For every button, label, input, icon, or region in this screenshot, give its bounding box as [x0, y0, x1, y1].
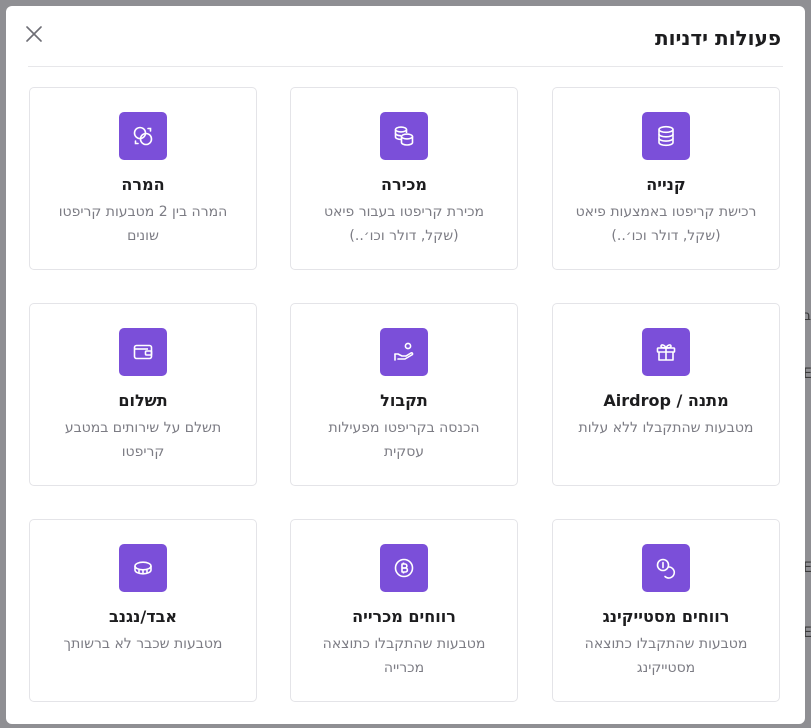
action-title: מתנה / Airdrop — [603, 391, 729, 410]
action-card-lost[interactable]: אבד/נגנב מטבעות שכבר לא ברשותך — [29, 519, 257, 702]
close-icon[interactable] — [25, 25, 43, 43]
action-card-mining[interactable]: רווחים מכרייה מטבעות שהתקבלו כתוצאה מכרי… — [290, 519, 518, 702]
divider — [28, 66, 783, 67]
action-card-gift[interactable]: מתנה / Airdrop מטבעות שהתקבלו ללא עלות — [552, 303, 780, 486]
wallet-icon — [119, 328, 167, 376]
bitcoin-icon — [380, 544, 428, 592]
action-title: מכירה — [381, 175, 427, 194]
action-description: המרה בין 2 מטבעות קריפטו שונים — [58, 204, 228, 244]
coin-stack-icon — [642, 112, 690, 160]
action-card-receive[interactable]: תקבול הכנסה בקריפטו מפעילות עסקית — [290, 303, 518, 486]
action-title: רווחים מכרייה — [352, 607, 456, 626]
action-description: הכנסה בקריפטו מפעילות עסקית — [328, 420, 480, 460]
convert-icon — [119, 112, 167, 160]
hand-coin-icon — [380, 328, 428, 376]
action-card-sell[interactable]: מכירה מכירת קריפטו בעבור פיאט (שקל, דולר… — [290, 87, 518, 270]
lost-coin-icon — [119, 544, 167, 592]
action-card-convert[interactable]: המרה המרה בין 2 מטבעות קריפטו שונים — [29, 87, 257, 270]
action-description: מטבעות שכבר לא ברשותך — [63, 636, 223, 652]
action-title: רווחים מסטייקינג — [602, 607, 730, 626]
action-description: מטבעות שהתקבלו ללא עלות — [578, 420, 754, 436]
action-description: מכירת קריפטו בעבור פיאט (שקל, דולר וכו׳.… — [323, 204, 485, 244]
manual-actions-modal: פעולות ידניות קנייה רכישת קריפטו באמצעות… — [6, 6, 805, 724]
action-card-payment[interactable]: תשלום תשלם על שירותים במטבע קריפטו — [29, 303, 257, 486]
action-title: תשלום — [118, 391, 168, 410]
modal-title: פעולות ידניות — [654, 26, 781, 50]
coins-icon — [380, 112, 428, 160]
action-title: קנייה — [646, 175, 686, 194]
action-title: המרה — [121, 175, 165, 194]
gift-icon — [642, 328, 690, 376]
staking-coins-icon — [642, 544, 690, 592]
action-description: תשלם על שירותים במטבע קריפטו — [64, 420, 222, 460]
action-card-staking[interactable]: רווחים מסטייקינג מטבעות שהתקבלו כתוצאה מ… — [552, 519, 780, 702]
action-card-buy[interactable]: קנייה רכישת קריפטו באמצעות פיאט (שקל, דו… — [552, 87, 780, 270]
action-title: תקבול — [380, 391, 428, 410]
action-description: מטבעות שהתקבלו כתוצאה מכרייה — [322, 636, 486, 676]
action-description: מטבעות שהתקבלו כתוצאה מסטייקינג — [584, 636, 748, 676]
action-title: אבד/נגנב — [108, 607, 178, 626]
action-description: רכישת קריפטו באמצעות פיאט (שקל, דולר וכו… — [575, 204, 757, 244]
